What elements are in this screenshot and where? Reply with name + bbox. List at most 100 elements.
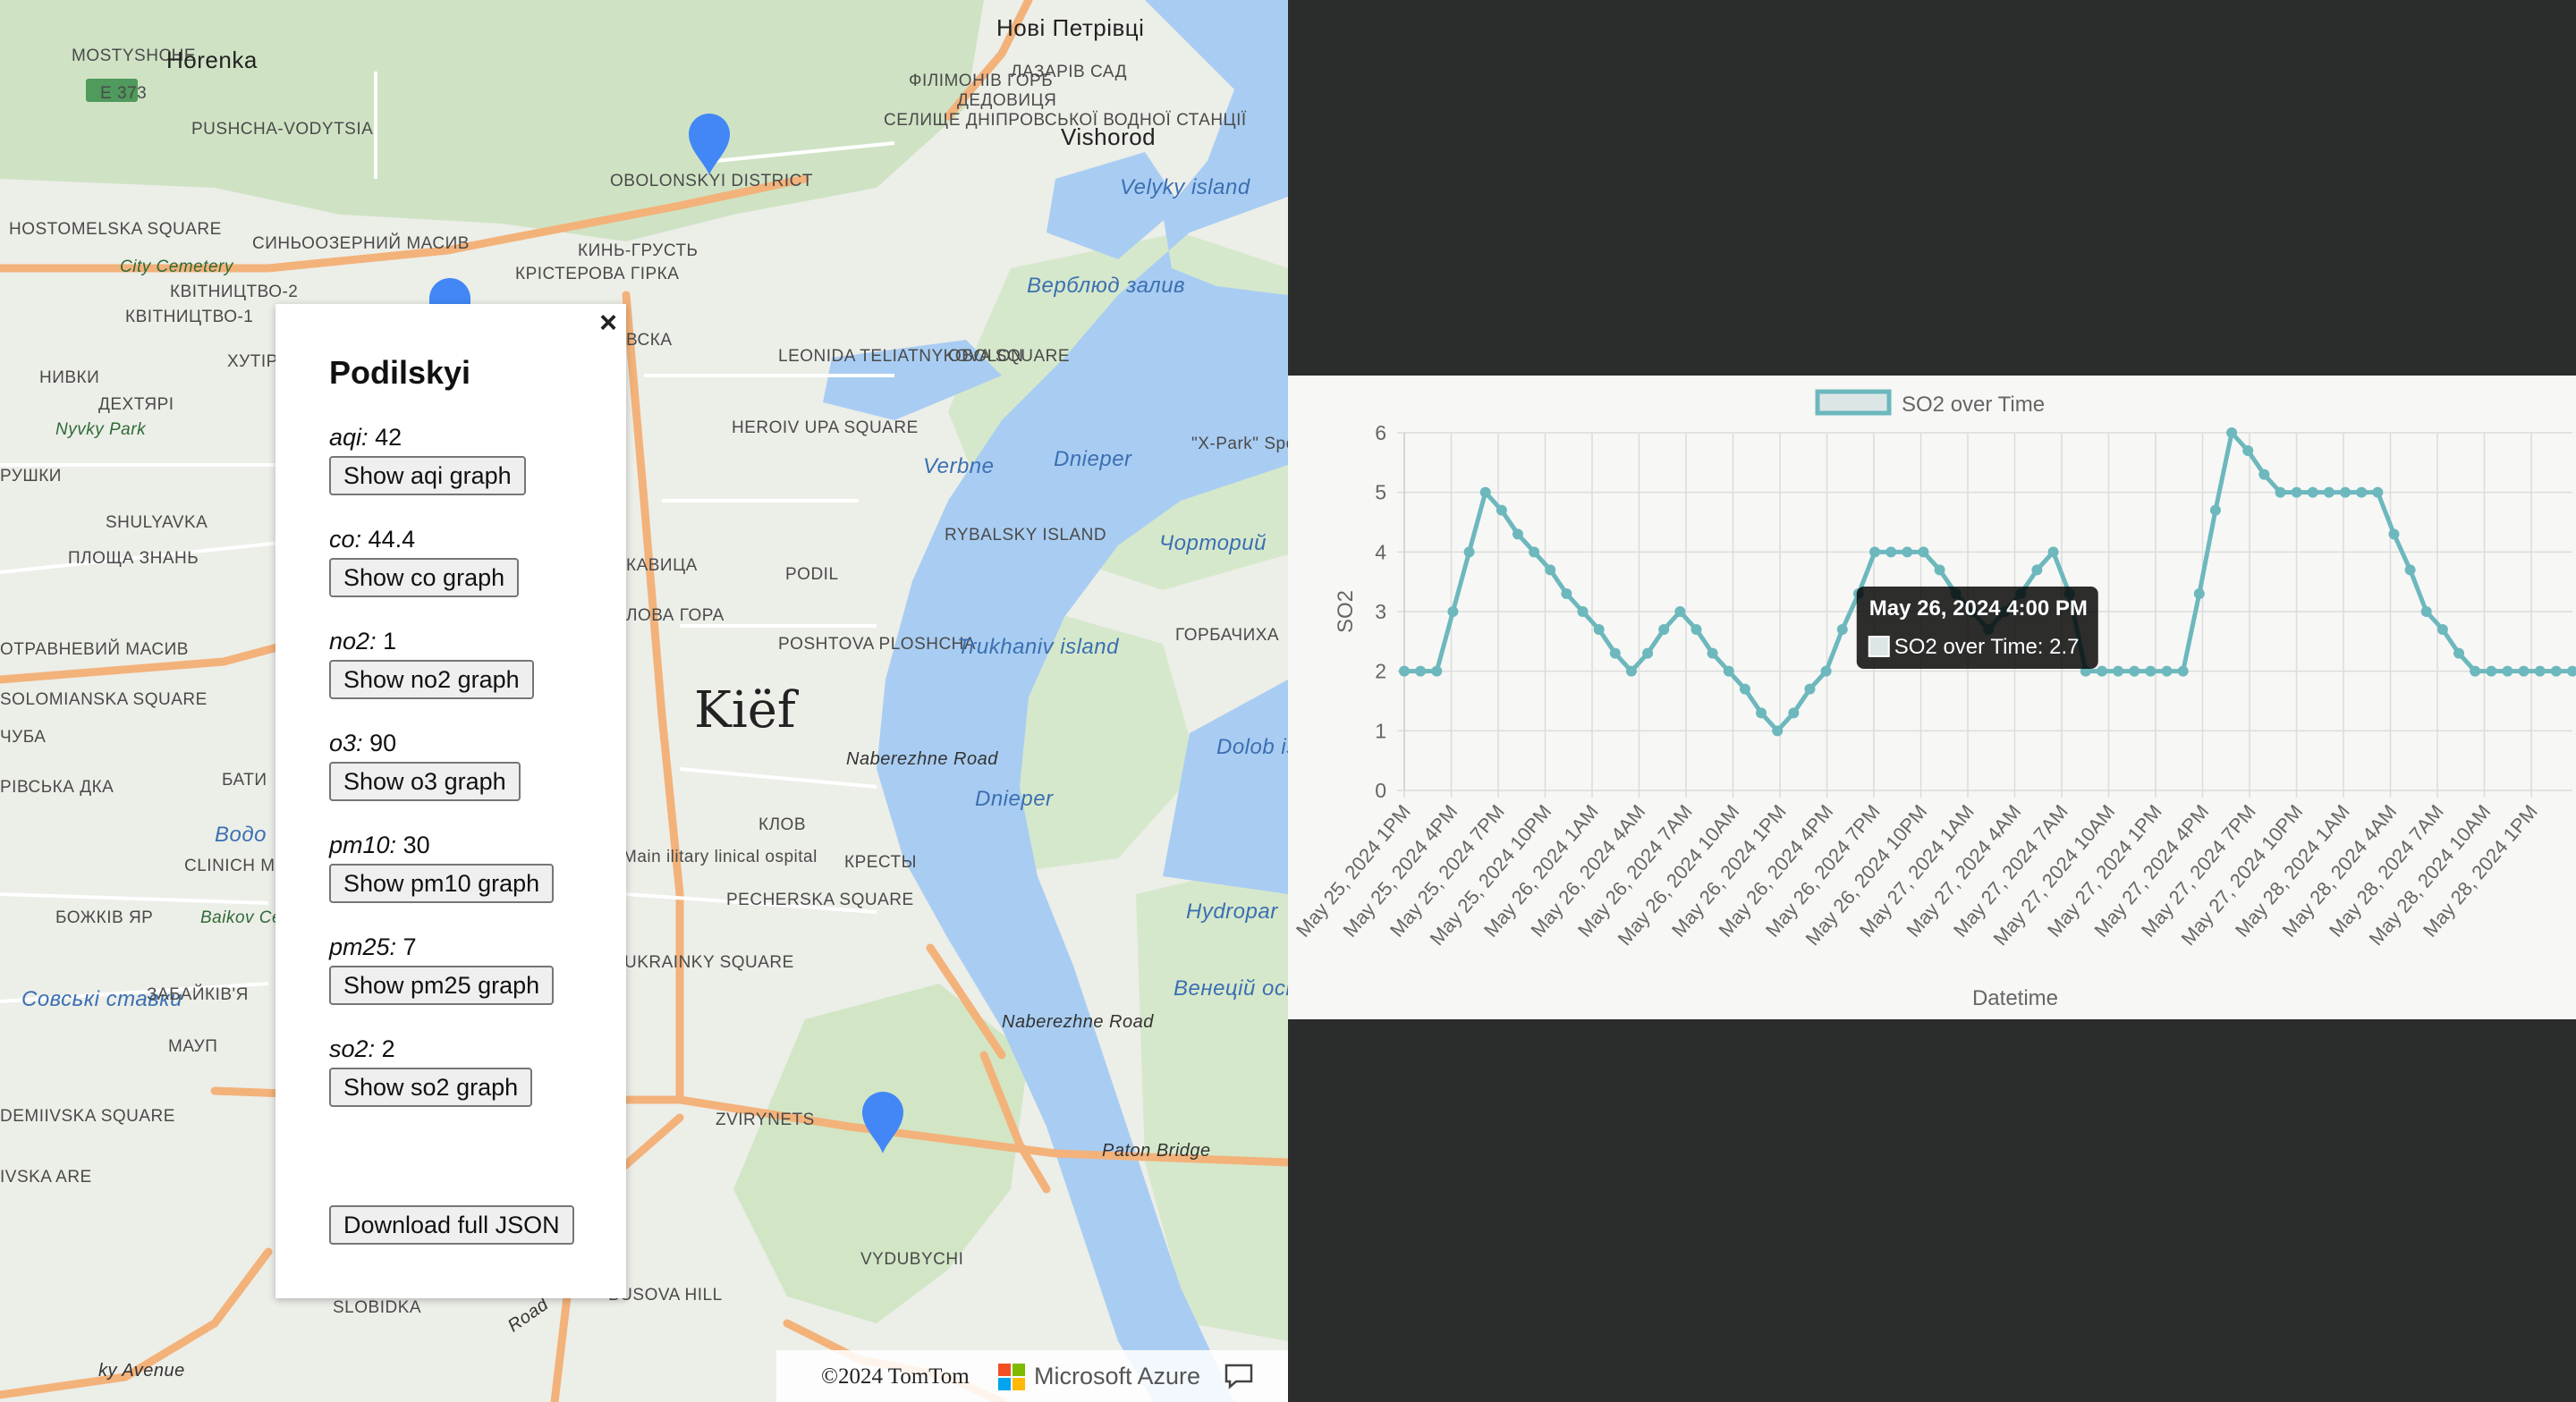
so2-data-point <box>1772 725 1784 737</box>
so2-data-point <box>1804 683 1816 695</box>
show-graph-button[interactable]: Show pm10 graph <box>329 864 555 903</box>
y-tick-label: 4 <box>1375 540 1386 563</box>
map-place-label: Main ilitary linical ospital <box>623 848 818 866</box>
map-place-label: КИНЬ-ГРУСТЬ <box>578 241 699 260</box>
map-place-label: Dnieper <box>975 787 1054 811</box>
so2-data-point <box>2436 624 2448 635</box>
metric-key: o3: <box>329 730 363 756</box>
close-icon[interactable]: × <box>599 308 617 338</box>
feedback-icon[interactable] <box>1224 1363 1254 1389</box>
so2-data-point <box>2307 486 2318 498</box>
map-place-label: UKRAINKY SQUARE <box>624 953 794 972</box>
map-place-label: ВСКА <box>626 331 673 350</box>
y-axis-title: SO2 <box>1334 590 1358 633</box>
map-place-label: OBOLON <box>948 347 1024 366</box>
so2-data-point <box>2177 665 2189 677</box>
map-place-label: ХУТІР <box>227 352 278 371</box>
show-graph-button[interactable]: Show so2 graph <box>329 1068 533 1107</box>
map-place-label: E 373 <box>100 84 148 103</box>
y-tick-label: 0 <box>1375 779 1386 802</box>
metric-row: pm10: 30 <box>329 832 430 859</box>
so2-data-point <box>1545 564 1556 576</box>
so2-data-point <box>1902 546 1913 558</box>
map-place-label: Naberezhne Road <box>1002 1012 1154 1032</box>
map-place-label: Водо <box>215 823 267 847</box>
map-place-label: КВІТНИЦТВО-1 <box>125 308 254 326</box>
map-place-label: IVSKA ARE <box>0 1168 92 1187</box>
so2-data-point <box>2047 546 2059 558</box>
so2-data-point <box>1479 486 1491 498</box>
so2-data-point <box>2502 665 2513 677</box>
show-graph-button[interactable]: Show no2 graph <box>329 660 534 699</box>
metric-row: no2: 1 <box>329 628 396 655</box>
map-place-label: Dnieper <box>1054 447 1132 471</box>
so2-data-point <box>1577 606 1589 617</box>
so2-data-point <box>1869 546 1881 558</box>
so2-data-point <box>2404 564 2416 576</box>
so2-data-point <box>1756 707 1767 719</box>
map-place-label: RYBALSKY ISLAND <box>945 526 1107 545</box>
map-place-label: ЛОВА ГОРА <box>626 606 724 625</box>
so2-line-chart[interactable]: 0123456May 25, 2024 1PMMay 25, 2024 4PMM… <box>1288 376 2576 1019</box>
metric-key: pm25: <box>329 933 397 960</box>
map-place-label: Dolob isla <box>1216 735 1288 759</box>
so2-data-point <box>2258 469 2270 480</box>
map-place-label: КРЕСТЫ <box>844 853 917 872</box>
show-graph-button[interactable]: Show o3 graph <box>329 762 521 801</box>
so2-data-point <box>1885 546 1897 558</box>
metric-key: co: <box>329 526 362 553</box>
so2-data-point <box>2518 665 2529 677</box>
so2-data-point <box>2242 445 2254 456</box>
legend-label: SO2 over Time <box>1902 393 2045 417</box>
so2-data-point <box>1496 504 1507 516</box>
show-graph-button[interactable]: Show aqi graph <box>329 456 526 495</box>
map-marker-pin-icon[interactable] <box>860 1091 905 1155</box>
map-place-label: Kiёf <box>694 681 796 739</box>
so2-data-point <box>1399 665 1410 677</box>
download-json-button[interactable]: Download full JSON <box>329 1205 574 1245</box>
so2-data-point <box>2275 486 2286 498</box>
map-place-label: Paton Bridge <box>1102 1141 1211 1161</box>
so2-data-point <box>1463 546 1475 558</box>
so2-data-point <box>2534 665 2546 677</box>
so2-data-point <box>2453 647 2465 659</box>
metric-value: 42 <box>375 424 402 451</box>
map-place-label: Hydropar <box>1186 899 1278 924</box>
x-axis-title: Datetime <box>1972 986 2058 1010</box>
so2-data-point <box>2567 665 2576 677</box>
so2-data-point <box>1918 546 1929 558</box>
so2-data-point <box>2145 665 2157 677</box>
so2-data-point <box>1431 665 1443 677</box>
map-place-label: КЛОВ <box>758 815 806 834</box>
location-popup: × Podilskyi aqi: 42 Show aqi graph co: 44.… <box>275 304 626 1298</box>
so2-data-point <box>1836 624 1848 635</box>
so2-data-point <box>2550 665 2562 677</box>
map-place-label: "X-Park" Sports and Entertainment Comple… <box>1191 435 1288 453</box>
show-graph-button[interactable]: Show co graph <box>329 558 520 597</box>
map-place-label: Верблюд залив <box>1027 274 1186 298</box>
y-tick-label: 5 <box>1375 481 1386 504</box>
map-place-label: ЗАБАЙКІВ'Я <box>147 985 249 1004</box>
metric-value: 30 <box>402 832 430 858</box>
map-place-label: PUSHCHA-VODYTSIA <box>191 120 374 139</box>
so2-data-point <box>2356 486 2368 498</box>
map-place-label: Horenka <box>166 46 258 73</box>
map-place-label: Венецій остр <box>1174 976 1288 1001</box>
so2-data-point <box>1512 528 1523 540</box>
map-place-label: СИНЬООЗЕРНИЙ МАСИВ <box>252 234 470 253</box>
map-place-label: Nyvky Park <box>55 420 147 439</box>
so2-data-point <box>2209 504 2221 516</box>
map-place-label: МАУП <box>168 1037 218 1056</box>
metric-row: aqi: 42 <box>329 424 402 452</box>
legend-swatch <box>1815 389 1892 416</box>
map-place-label: SHULYAVKA <box>106 513 208 532</box>
so2-data-point <box>1820 665 1832 677</box>
map-place-label: ОТРАВНЕВИЙ МАСИВ <box>0 640 189 659</box>
map-marker-pin-icon[interactable] <box>687 113 732 177</box>
y-tick-label: 1 <box>1375 719 1386 742</box>
show-graph-button[interactable]: Show pm25 graph <box>329 966 555 1005</box>
map-view[interactable]: MOSTYSHCHE Horenka E 373 PUSHCHA-VODYTSIA Но… <box>0 0 1288 1402</box>
map-place-label: ЧУБА <box>0 728 47 747</box>
so2-data-point <box>2291 486 2302 498</box>
metric-value: 1 <box>383 628 397 655</box>
